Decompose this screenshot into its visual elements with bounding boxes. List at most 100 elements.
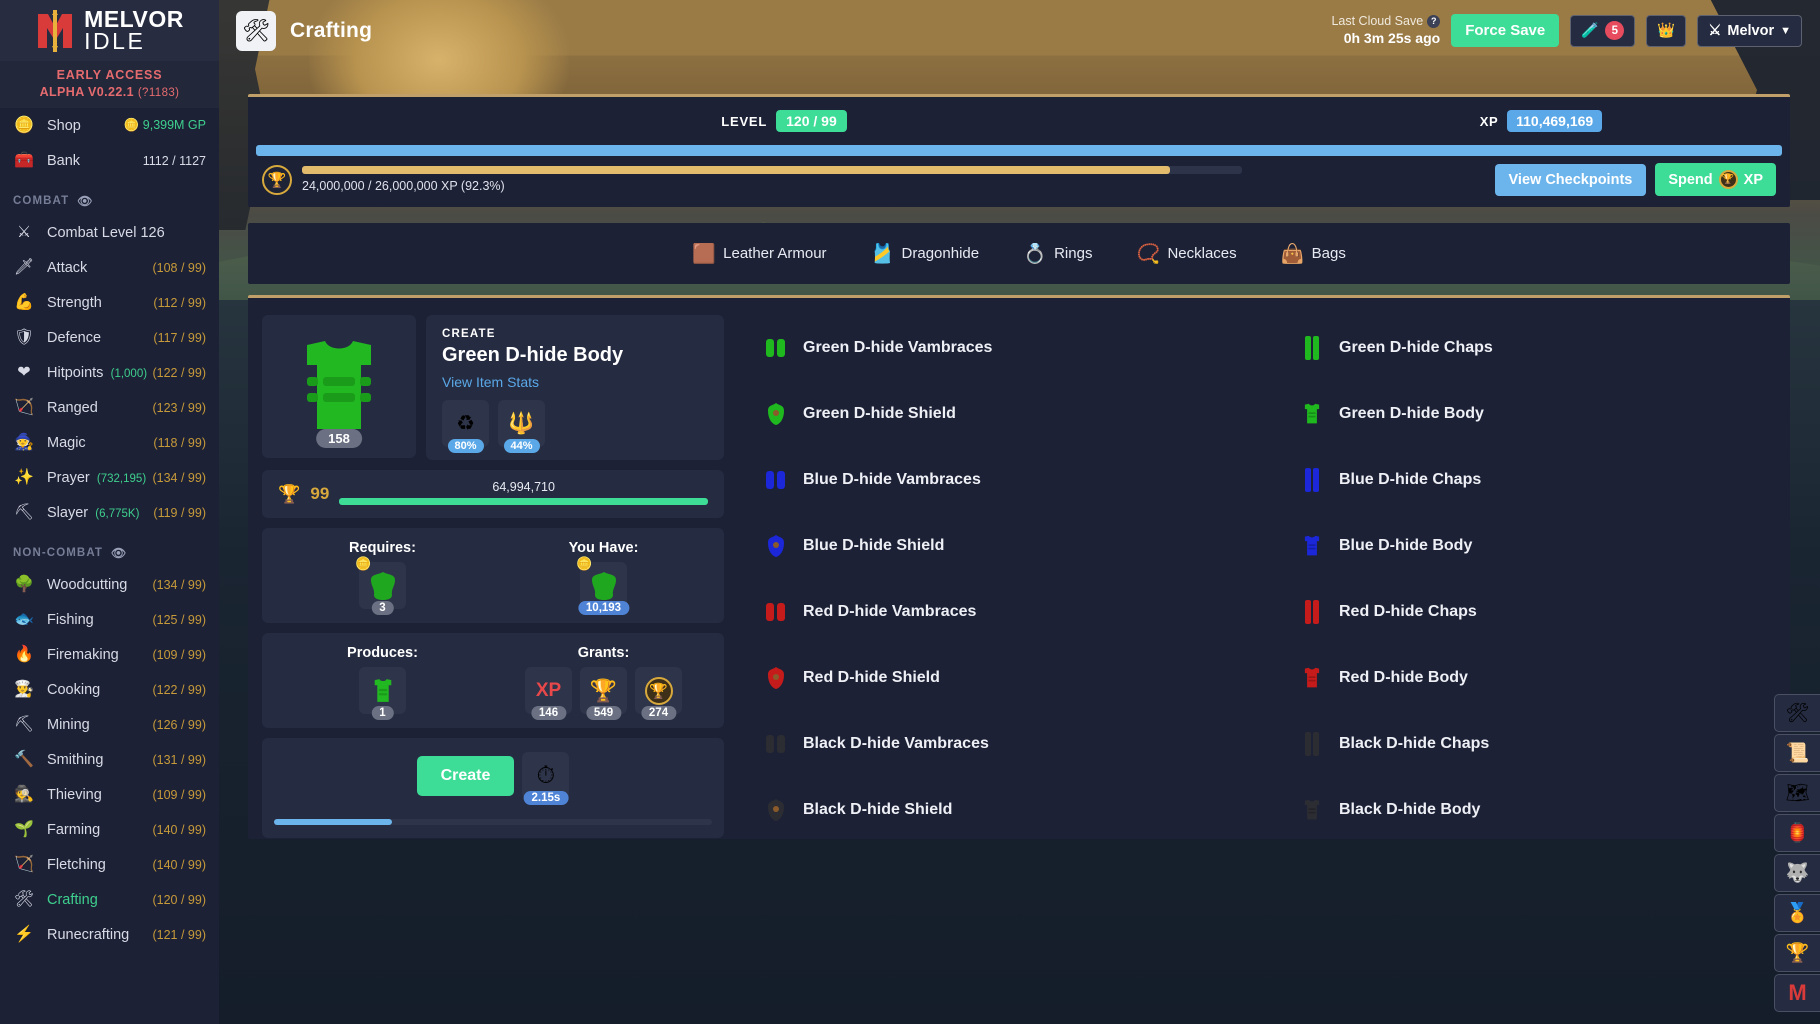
produces-slot[interactable]: 1 <box>359 667 406 720</box>
craftable-item[interactable]: Red D-hide Shield <box>748 645 1262 711</box>
view-checkpoints-button[interactable]: View Checkpoints <box>1494 163 1647 196</box>
sidebar-item-runecrafting[interactable]: ⚡ Runecrafting (121 / 99) <box>0 917 219 952</box>
shield-item-icon <box>762 534 790 558</box>
sidebar-item-bank[interactable]: 🧰 Bank 1112 / 1127 <box>0 143 219 178</box>
sidebar-item-slayer[interactable]: ⛏ Slayer (6,775K) (119 / 99) <box>0 495 219 530</box>
create-button[interactable]: Create <box>416 755 515 796</box>
sidebar-item-fletching[interactable]: 🏹 Fletching (140 / 99) <box>0 847 219 882</box>
sidebar-item-magic[interactable]: 🧙 Magic (118 / 99) <box>0 425 219 460</box>
sidebar-item-hitpoints[interactable]: ❤ Hitpoints (1,000) (122 / 99) <box>0 355 219 390</box>
force-save-button[interactable]: Force Save <box>1451 14 1560 47</box>
account-menu-button[interactable]: ⚔ Melvor ▼ <box>1697 14 1802 47</box>
dock-button-crafting-tools[interactable]: 🛠 <box>1774 694 1820 732</box>
item-modifier-1: 🔱 44% <box>498 400 545 453</box>
dock-button-map[interactable]: 🗺 <box>1774 774 1820 812</box>
crafting-tools-icon: 🛠 <box>1785 703 1810 724</box>
item-mastery-bar <box>339 498 708 505</box>
sidebar-item-level: (118 / 99) <box>153 435 206 450</box>
crown-button[interactable]: 👑 <box>1646 14 1687 47</box>
sidebar-item-smithing[interactable]: 🔨 Smithing (131 / 99) <box>0 742 219 777</box>
grants-pool-qty: 274 <box>640 706 677 720</box>
arrows-icon: 🏹 <box>14 855 34 873</box>
dock-button-scroll[interactable]: 📜 <box>1774 734 1820 772</box>
sidebar-item-strength[interactable]: 💪 Strength (112 / 99) <box>0 285 219 320</box>
sidebar-item-thieving[interactable]: 🕵 Thieving (109 / 99) <box>0 777 219 812</box>
craftable-item-name: Red D-hide Vambraces <box>803 603 977 620</box>
craftable-item[interactable]: Green D-hide Body <box>1262 381 1776 447</box>
sidebar-item-level: (134 / 99) <box>152 577 206 592</box>
requires-slot[interactable]: 🪙 3 <box>355 556 406 615</box>
craftable-item[interactable]: Green D-hide Vambraces <box>748 315 1262 381</box>
grants-xp-slot: XP 146 <box>525 667 572 720</box>
sidebar-item-woodcutting[interactable]: 🌳 Woodcutting (134 / 99) <box>0 567 219 602</box>
craftable-item[interactable]: Red D-hide Vambraces <box>748 579 1262 645</box>
crossed-swords-icon: ⚔ <box>16 223 32 241</box>
dock-button-melvor-m[interactable]: M <box>1774 974 1820 1012</box>
trophy-icon: 🏆 <box>1718 170 1738 189</box>
level-display: LEVEL 120 / 99 <box>262 110 1306 132</box>
item-modifier-value: 44% <box>503 439 540 453</box>
sidebar-item-defence[interactable]: 🛡 Defence (117 / 99) <box>0 320 219 355</box>
action-progress-bar <box>274 819 712 825</box>
eye-icon[interactable]: 👁 <box>111 546 127 560</box>
chaps-icon <box>1298 467 1326 493</box>
sidebar-item-firemaking[interactable]: 🔥 Firemaking (109 / 99) <box>0 637 219 672</box>
craftable-item[interactable]: Red D-hide Body <box>1262 645 1776 711</box>
potions-button[interactable]: 🧪 5 <box>1570 14 1636 47</box>
craftable-item[interactable]: Blue D-hide Body <box>1262 513 1776 579</box>
craftable-item[interactable]: Black D-hide Shield <box>748 777 1262 843</box>
sidebar-item-cooking[interactable]: 👨‍🍳 Cooking (122 / 99) <box>0 672 219 707</box>
sidebar-item-level: (134 / 99) <box>152 470 206 485</box>
dock-button-trophy[interactable]: 🏆 <box>1774 934 1820 972</box>
produces-items: 1 <box>272 667 493 720</box>
craftable-item[interactable]: Green D-hide Chaps <box>1262 315 1776 381</box>
category-tab-rings[interactable]: 💍 Rings <box>1023 242 1092 266</box>
dock-button-medal[interactable]: 🏅 <box>1774 894 1820 932</box>
craftable-item[interactable]: Black D-hide Vambraces <box>748 711 1262 777</box>
craftable-item[interactable]: Blue D-hide Chaps <box>1262 447 1776 513</box>
sidebar-item-crafting[interactable]: 🛠 Crafting (120 / 99) <box>0 882 219 917</box>
melvor-m-icon: M <box>1788 980 1807 1005</box>
spend-label: Spend <box>1668 171 1713 188</box>
craftable-item[interactable]: Red D-hide Chaps <box>1262 579 1776 645</box>
craftable-item[interactable]: Black D-hide Body <box>1262 777 1776 843</box>
sidebar-item-fishing[interactable]: 🐟 Fishing (125 / 99) <box>0 602 219 637</box>
sidebar-item-combat-level-126[interactable]: ⚔ Combat Level 126 <box>0 215 219 250</box>
sidebar-item-shop[interactable]: 🪙 Shop 🪙 9,399M GP <box>0 108 219 143</box>
sidebar-item-farming[interactable]: 🌱 Farming (140 / 99) <box>0 812 219 847</box>
produces-group: Produces: 1 <box>272 645 493 720</box>
sidebar-item-sub: (732,195) <box>93 472 147 485</box>
dock-button-lantern[interactable]: 🏮 <box>1774 814 1820 852</box>
category-tab-dragonhide[interactable]: 🎽 Dragonhide <box>871 242 980 266</box>
you-have-slot[interactable]: 🪙 10,193 <box>576 556 630 615</box>
help-icon[interactable]: ? <box>1427 15 1441 29</box>
level-row: LEVEL 120 / 99 XP 110,469,169 <box>248 97 1790 145</box>
craftable-item[interactable]: Black D-hide Chaps <box>1262 711 1776 777</box>
thief-icon: 🕵 <box>14 785 34 803</box>
sidebar-item-prayer[interactable]: ✨ Prayer (732,195) (134 / 99) <box>0 460 219 495</box>
category-tab-necklaces[interactable]: 📿 Necklaces <box>1136 242 1236 266</box>
craftable-item[interactable]: Blue D-hide Vambraces <box>748 447 1262 513</box>
view-item-stats-link[interactable]: View Item Stats <box>442 374 708 390</box>
trophy-icon: 🏆 <box>1785 943 1810 964</box>
category-tab-bags[interactable]: 👜 Bags <box>1281 242 1346 266</box>
craftable-item[interactable]: Green D-hide Shield <box>748 381 1262 447</box>
selected-item-preview[interactable]: 158 <box>262 315 416 458</box>
requires-title: Requires: <box>349 540 416 556</box>
recycle-icon: ♻ <box>456 412 475 435</box>
sidebar-item-ranged[interactable]: 🏹 Ranged (123 / 99) <box>0 390 219 425</box>
grid-column-right: Green D-hide Chaps Green D-hide Body Blue … <box>1262 315 1776 843</box>
spend-mastery-xp-button[interactable]: Spend 🏆 XP <box>1655 163 1776 196</box>
mastery-pool-icon: 🏆 <box>262 164 292 195</box>
leather-icon: 🟫 <box>692 243 716 265</box>
sparkles-icon: ✨ <box>14 468 34 486</box>
category-tab-leather-armour[interactable]: 🟫 Leather Armour <box>692 242 826 266</box>
brand-logo[interactable]: MELVOR IDLE <box>0 0 219 61</box>
sidebar-item-level: (140 / 99) <box>152 822 206 837</box>
eye-icon[interactable]: 👁 <box>77 194 93 208</box>
sidebar-item-attack[interactable]: 🗡 Attack (108 / 99) <box>0 250 219 285</box>
dock-button-wolf[interactable]: 🐺 <box>1774 854 1820 892</box>
craftable-item[interactable]: Blue D-hide Shield <box>748 513 1262 579</box>
xp-display: XP 110,469,169 <box>1306 110 1776 132</box>
sidebar-item-mining[interactable]: ⛏ Mining (126 / 99) <box>0 707 219 742</box>
